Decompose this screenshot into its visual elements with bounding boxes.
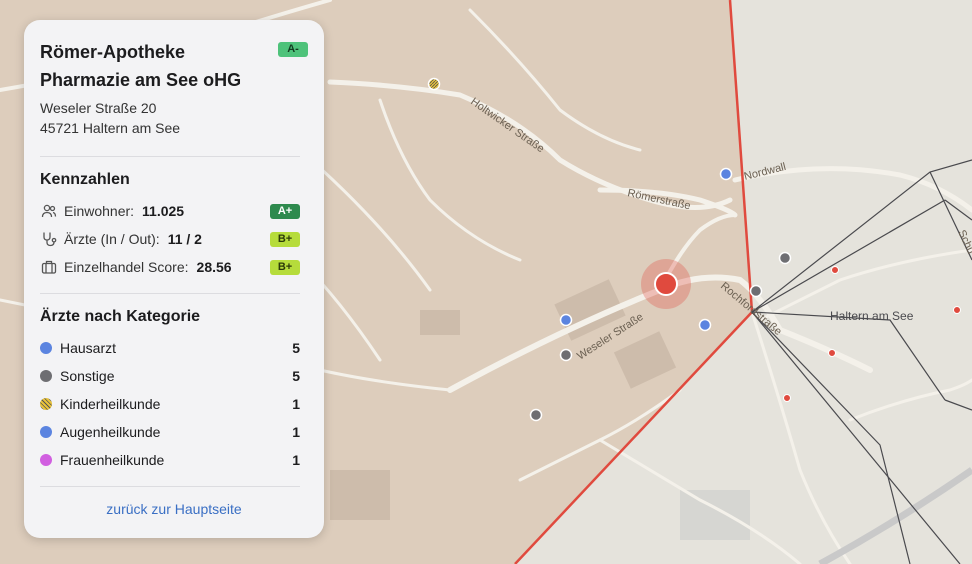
marker-hausarzt	[719, 167, 733, 181]
category-count: 1	[292, 396, 300, 412]
kennzahl-row-einzelhandel: Einzelhandel Score: 28.56 B+	[40, 253, 308, 281]
category-row-kinderheilkunde: Kinderheilkunde 1	[40, 390, 308, 418]
kennzahl-row-aerzte: Ärzte (In / Out): 11 / 2 B+	[40, 225, 308, 253]
marker-sonstige	[529, 408, 543, 422]
category-count: 1	[292, 424, 300, 440]
kennzahl-grade-badge: B+	[270, 259, 300, 275]
place-label-haltern: Haltern am See	[830, 309, 914, 323]
marker-hausarzt	[698, 318, 712, 332]
divider	[40, 156, 300, 157]
address-line2: 45721 Haltern am See	[40, 120, 181, 136]
category-label: Frauenheilkunde	[60, 452, 165, 468]
users-icon	[40, 202, 58, 220]
category-row-hausarzt: Hausarzt 5	[40, 334, 308, 362]
category-label: Sonstige	[60, 368, 115, 384]
categories-heading: Ärzte nach Kategorie	[40, 308, 201, 325]
kennzahl-value: 11 / 2	[167, 231, 202, 247]
briefcase-icon	[40, 258, 58, 276]
category-label: Augenheilkunde	[60, 424, 161, 440]
category-dot-kinderheilkunde	[40, 398, 52, 410]
divider	[40, 486, 300, 487]
category-label: Hausarzt	[60, 340, 117, 356]
category-dot-augenheilkunde	[40, 426, 52, 438]
marker-sonstige	[749, 284, 763, 298]
category-dot-sonstige	[40, 370, 52, 382]
kennzahl-grade-badge: B+	[270, 231, 300, 247]
category-label: Kinderheilkunde	[60, 396, 161, 412]
marker-hausarzt	[559, 313, 573, 327]
stethoscope-icon	[40, 230, 58, 248]
pharmacy-grade-badge: A-	[278, 42, 308, 57]
category-row-sonstige: Sonstige 5	[40, 362, 308, 390]
back-to-main-link[interactable]: zurück zur Hauptseite	[40, 501, 308, 517]
kennzahl-label: Einzelhandel Score:	[64, 259, 189, 275]
pharmacy-info-panel: Römer-Apotheke Pharmazie am See oHG A- W…	[24, 20, 324, 538]
address-line1: Weseler Straße 20	[40, 100, 157, 116]
kennzahl-label: Einwohner:	[64, 203, 135, 219]
address: Weseler Straße 20 45721 Haltern am See	[40, 98, 308, 138]
category-count: 5	[292, 368, 300, 384]
category-row-frauenheilkunde: Frauenheilkunde 1	[40, 446, 308, 474]
marker-sonstige	[778, 251, 792, 265]
marker-sonstige	[559, 348, 573, 362]
category-row-augenheilkunde: Augenheilkunde 1	[40, 418, 308, 446]
title-row: Römer-Apotheke Pharmazie am See oHG A-	[40, 38, 308, 94]
selected-pharmacy-marker[interactable]	[641, 259, 691, 309]
kennzahl-grade-badge: A+	[270, 203, 300, 219]
kennzahl-row-einwohner: Einwohner: 11.025 A+	[40, 197, 308, 225]
category-count: 5	[292, 340, 300, 356]
divider	[40, 293, 300, 294]
kennzahl-value: 11.025	[142, 203, 185, 219]
category-dot-frauenheilkunde	[40, 454, 52, 466]
kennzahlen-heading: Kennzahlen	[40, 171, 130, 188]
category-count: 1	[292, 452, 300, 468]
kennzahl-value: 28.56	[196, 259, 232, 275]
marker-kinderheilkunde	[427, 77, 441, 91]
kennzahl-label: Ärzte (In / Out):	[64, 231, 160, 247]
category-dot-hausarzt	[40, 342, 52, 354]
pharmacy-title: Römer-Apotheke Pharmazie am See oHG	[40, 42, 242, 90]
